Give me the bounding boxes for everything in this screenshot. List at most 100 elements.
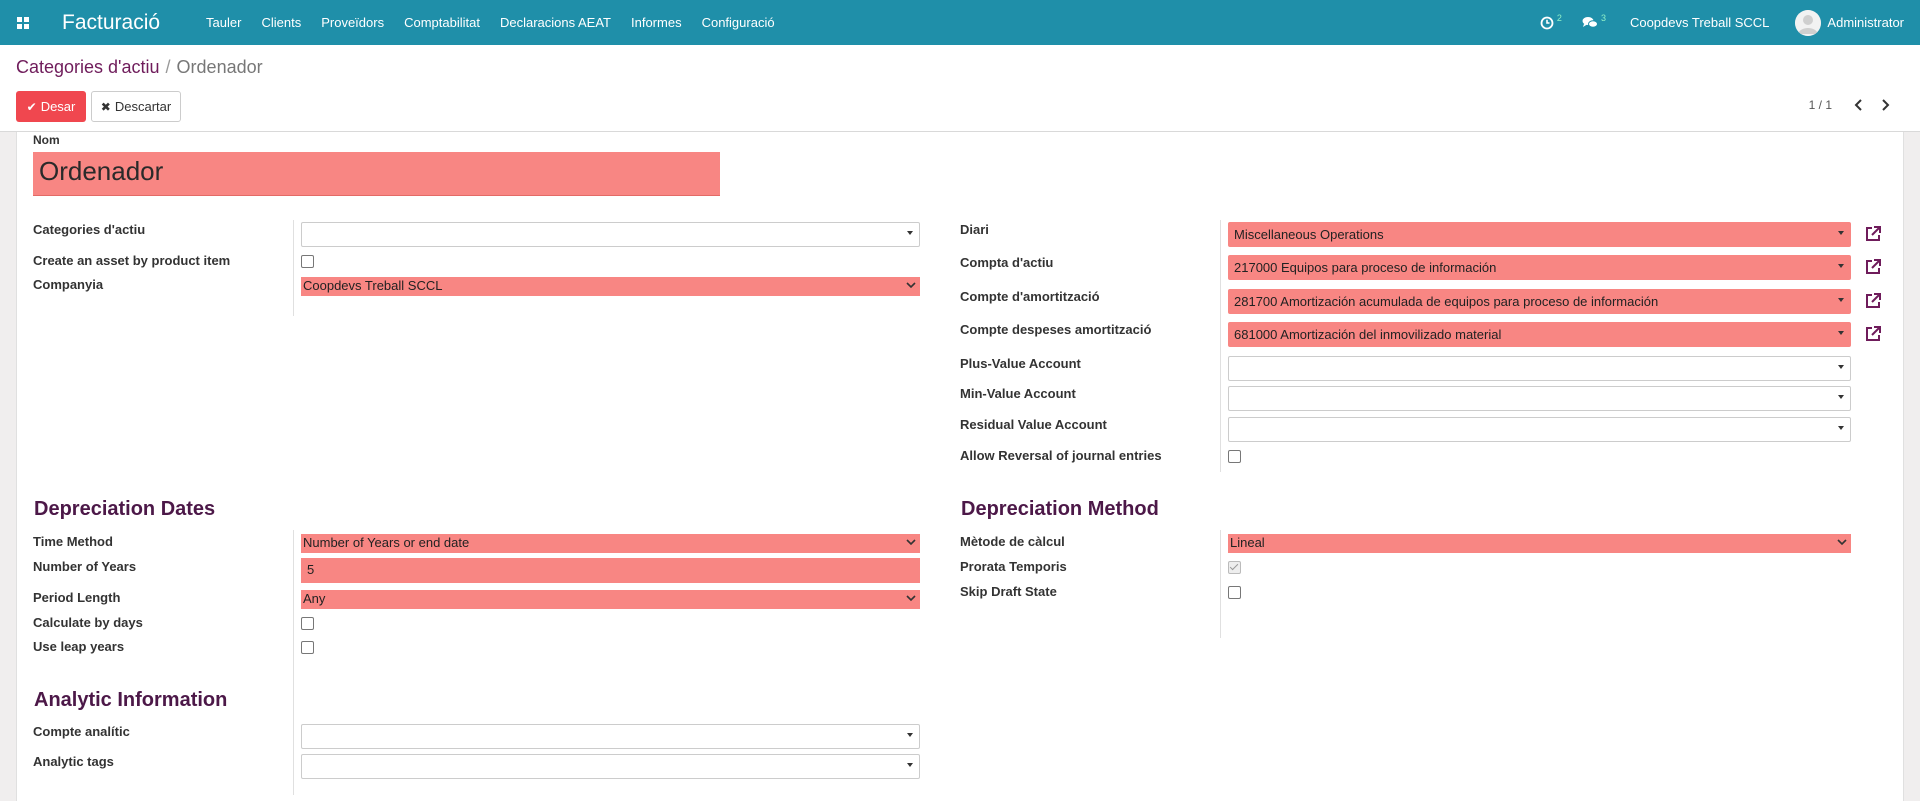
separator xyxy=(1220,220,1221,472)
analytic-tags-select[interactable] xyxy=(301,754,920,779)
caret-down-icon xyxy=(907,733,913,737)
period-length-select[interactable]: Any xyxy=(301,590,920,609)
chevron-right-icon xyxy=(1882,99,1890,111)
menu-declaracions-aeat[interactable]: Declaracions AEAT xyxy=(500,15,611,30)
check-icon: ✔ xyxy=(26,99,37,114)
caret-down-icon xyxy=(907,231,913,235)
analytic-tags-label: Analytic tags xyxy=(33,754,114,769)
messages-count: 3 xyxy=(1600,12,1606,23)
breadcrumb-parent[interactable]: Categories d'actiu xyxy=(16,57,160,77)
analytic-information-title: Analytic Information xyxy=(34,689,228,711)
reversal-checkbox[interactable] xyxy=(1228,450,1241,463)
residual-value-select[interactable] xyxy=(1228,417,1851,442)
use-leap-years-checkbox[interactable] xyxy=(301,641,314,654)
menu-proveidors[interactable]: Proveïdors xyxy=(321,15,384,30)
chevron-down-icon xyxy=(906,282,916,289)
create-asset-checkbox[interactable] xyxy=(301,255,314,268)
time-method-value: Number of Years or end date xyxy=(303,535,470,550)
breadcrumb-separator: / xyxy=(165,57,171,77)
name-input[interactable]: Ordenador xyxy=(33,152,720,196)
use-leap-years-label: Use leap years xyxy=(33,639,125,654)
menu-clients[interactable]: Clients xyxy=(261,15,301,30)
menu-comptabilitat[interactable]: Comptabilitat xyxy=(404,15,480,30)
pager-next-button[interactable] xyxy=(1874,93,1898,117)
save-button[interactable]: ✔ Desar xyxy=(16,91,86,122)
menu-tauler[interactable]: Tauler xyxy=(206,15,241,30)
caret-down-icon xyxy=(1838,231,1844,235)
asset-account-select[interactable]: 217000 Equipos para proceso de informaci… xyxy=(1228,255,1851,280)
company-switcher[interactable]: Coopdevs Treball SCCL xyxy=(1630,15,1769,30)
pager-value[interactable]: 1 / 1 xyxy=(1809,98,1832,112)
analytic-account-select[interactable] xyxy=(301,724,920,749)
app-title[interactable]: Facturació xyxy=(62,11,160,35)
depreciation-method-title: Depreciation Method xyxy=(961,498,1159,520)
plus-value-select[interactable] xyxy=(1228,356,1851,381)
chevron-down-icon xyxy=(1837,539,1847,546)
activities-button[interactable]: 2 xyxy=(1540,12,1562,30)
categories-select[interactable] xyxy=(301,222,920,247)
menu-informes[interactable]: Informes xyxy=(631,15,682,30)
external-link-icon[interactable] xyxy=(1863,324,1883,344)
name-label: Nom xyxy=(33,133,60,147)
activities-count: 2 xyxy=(1556,12,1562,23)
depreciation-account-label: Compte d'amortització xyxy=(960,289,1100,304)
user-menu[interactable]: Administrator xyxy=(1827,15,1904,30)
journal-select[interactable]: Miscellaneous Operations xyxy=(1228,222,1851,247)
asset-account-value: 217000 Equipos para proceso de informaci… xyxy=(1234,260,1497,275)
external-link-icon[interactable] xyxy=(1863,257,1883,277)
discard-button[interactable]: ✖ Descartar xyxy=(91,91,181,122)
pager-previous-button[interactable] xyxy=(1846,93,1870,117)
discard-label: Descartar xyxy=(114,99,172,114)
calc-method-select[interactable]: Lineal xyxy=(1228,534,1851,553)
skip-draft-checkbox[interactable] xyxy=(1228,586,1241,599)
caret-down-icon xyxy=(1838,331,1844,335)
min-value-select[interactable] xyxy=(1228,386,1851,411)
period-length-label: Period Length xyxy=(33,590,121,605)
depreciation-account-value: 281700 Amortización acumulada de equipos… xyxy=(1234,294,1659,309)
separator xyxy=(293,530,294,795)
menu-configuracio[interactable]: Configuració xyxy=(702,15,775,30)
expense-account-label: Compte despeses amortització xyxy=(960,322,1152,337)
separator xyxy=(1220,530,1221,638)
caret-down-icon xyxy=(1838,298,1844,302)
prorata-temporis-checkbox[interactable] xyxy=(1228,561,1241,574)
clock-icon xyxy=(1540,16,1554,29)
depreciation-dates-title: Depreciation Dates xyxy=(34,498,216,520)
breadcrumb: Categories d'actiu / Ordenador xyxy=(16,57,263,78)
caret-down-icon xyxy=(1838,395,1844,399)
journal-label: Diari xyxy=(960,222,989,237)
calc-method-value: Lineal xyxy=(1230,535,1265,550)
residual-value-label: Residual Value Account xyxy=(960,417,1107,432)
time-method-label: Time Method xyxy=(33,534,113,549)
close-icon: ✖ xyxy=(100,99,111,114)
breadcrumb-current: Ordenador xyxy=(176,57,263,77)
chevron-left-icon xyxy=(1854,99,1862,111)
user-avatar[interactable] xyxy=(1795,9,1822,36)
separator xyxy=(293,220,294,316)
chevron-down-icon xyxy=(906,539,916,546)
form-sheet: Nom Ordenador Categories d'actiu Create … xyxy=(16,132,1904,801)
asset-account-label: Compta d'actiu xyxy=(960,255,1054,270)
chevron-down-icon xyxy=(906,595,916,602)
calculate-by-days-label: Calculate by days xyxy=(33,615,143,630)
journal-value: Miscellaneous Operations xyxy=(1234,227,1384,242)
external-link-icon[interactable] xyxy=(1863,291,1883,311)
calculate-by-days-checkbox[interactable] xyxy=(301,617,314,630)
number-of-years-input[interactable]: 5 xyxy=(301,558,920,583)
categories-label: Categories d'actiu xyxy=(33,222,146,237)
top-navbar: Facturació Tauler Clients Proveïdors Com… xyxy=(0,0,1920,45)
external-link-icon[interactable] xyxy=(1863,224,1883,244)
messages-button[interactable]: 3 xyxy=(1582,12,1606,30)
expense-account-select[interactable]: 681000 Amortización del inmovilizado mat… xyxy=(1228,322,1851,347)
analytic-account-label: Compte analític xyxy=(33,724,130,739)
company-select[interactable]: Coopdevs Treball SCCL xyxy=(301,277,920,296)
apps-menu-icon[interactable] xyxy=(0,0,46,45)
number-of-years-label: Number of Years xyxy=(33,559,137,574)
depreciation-account-select[interactable]: 281700 Amortización acumulada de equipos… xyxy=(1228,289,1851,314)
control-panel: Categories d'actiu / Ordenador ✔ Desar ✖ D… xyxy=(0,45,1920,132)
caret-down-icon xyxy=(1838,426,1844,430)
expense-account-value: 681000 Amortización del inmovilizado mat… xyxy=(1234,327,1502,342)
time-method-select[interactable]: Number of Years or end date xyxy=(301,534,920,553)
caret-down-icon xyxy=(1838,264,1844,268)
company-value: Coopdevs Treball SCCL xyxy=(303,278,443,293)
